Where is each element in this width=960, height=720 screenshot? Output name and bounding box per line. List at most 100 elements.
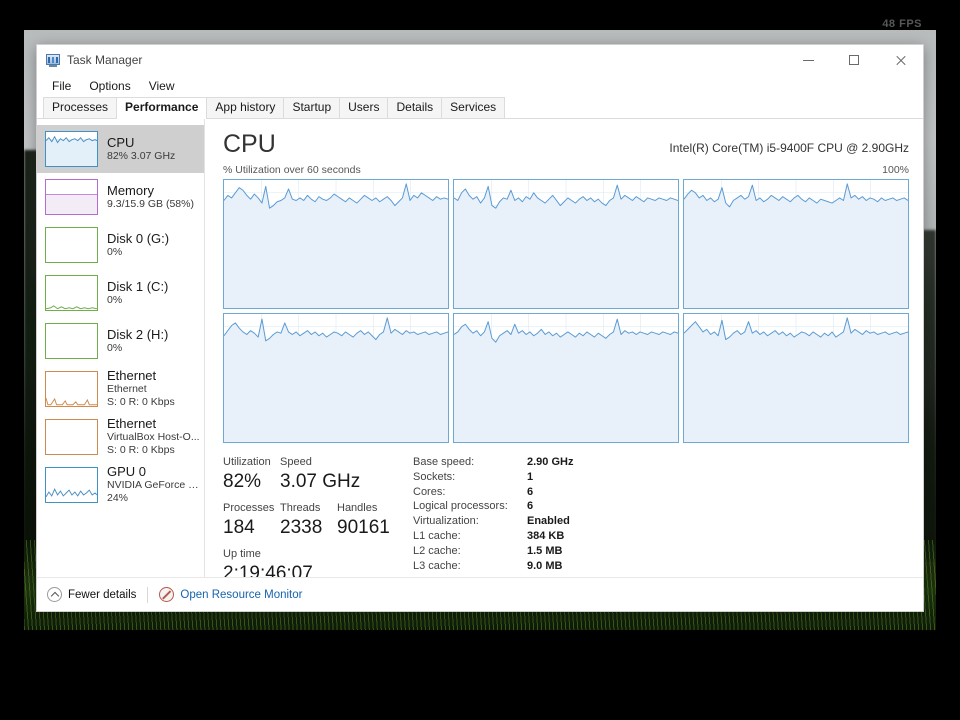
stat-value: 184 (223, 517, 255, 538)
sidebar-item-label: GPU 0 (107, 464, 147, 479)
stat-label: Processes (223, 502, 275, 514)
disk2-thumbnail-graph (45, 323, 98, 359)
stat-value: 3.07 GHz (280, 471, 361, 492)
menu-item-options[interactable]: Options (80, 77, 139, 95)
window-footer: Fewer details Open Resource Monitor (37, 577, 923, 611)
sidebar-item-label: Disk 0 (G:) (107, 230, 170, 246)
stat-processes: Processes 184 (223, 501, 280, 541)
spec-row: Virtualization: Enabled (413, 514, 573, 529)
maximize-button[interactable] (831, 46, 877, 75)
spec-value: 384 KB (527, 529, 565, 542)
stat-label: Speed (280, 456, 312, 468)
spec-value: 1.5 MB (527, 544, 563, 557)
menu-bar: File Options View (37, 75, 923, 97)
menu-item-file[interactable]: File (43, 77, 80, 95)
spec-row: L1 cache: 384 KB (413, 529, 573, 544)
spec-row: Logical processors: 6 (413, 499, 573, 514)
spec-value: 1 (527, 470, 534, 483)
sidebar-item-sub: Ethernet (107, 383, 147, 395)
stat-label: Threads (280, 502, 321, 514)
gpu-thumbnail-graph (45, 467, 98, 503)
window-titlebar: Task Manager (37, 45, 923, 75)
spec-row: L3 cache: 9.0 MB (413, 559, 573, 574)
stat-utilization: Utilization 82% (223, 455, 280, 495)
ethernet-vbox-thumbnail-graph (45, 419, 98, 455)
cpu-model-label: Intel(R) Core(TM) i5-9400F CPU @ 2.90GHz (669, 141, 909, 155)
graph-label-right: 100% (882, 164, 909, 176)
sidebar-item-disk-1[interactable]: Disk 1 (C:) 0% (37, 269, 204, 317)
cpu-core-graph-0[interactable] (223, 179, 449, 309)
sidebar-item-ethernet[interactable]: Ethernet Ethernet S: 0 R: 0 Kbps (37, 365, 204, 413)
cpu-core-graph-3[interactable] (223, 313, 449, 443)
stat-speed: Speed 3.07 GHz (280, 455, 395, 495)
spec-key: Sockets: (413, 470, 456, 483)
stats-left-column: Utilization 82% Speed 3.07 GHz Processes… (223, 455, 395, 587)
resource-monitor-icon (159, 587, 175, 602)
cpu-thumbnail-graph (45, 131, 98, 167)
graph-label-left: % Utilization over 60 seconds (223, 164, 361, 176)
tab-performance[interactable]: Performance (116, 97, 208, 119)
sidebar-item-sub: VirtualBox Host-O... (107, 431, 200, 443)
chevron-up-icon (47, 587, 62, 602)
stat-label: Up time (223, 548, 261, 560)
sidebar-item-gpu-0[interactable]: GPU 0 NVIDIA GeForce R... 24% (37, 461, 204, 509)
graph-axis-labels: % Utilization over 60 seconds 100% (223, 164, 909, 176)
stat-label: Utilization (223, 456, 271, 468)
ethernet-thumbnail-graph (45, 371, 98, 407)
spec-row: Cores: 6 (413, 485, 573, 500)
sidebar-item-sub: 9.3/15.9 GB (58%) (107, 197, 194, 210)
spec-key: Logical processors: (413, 500, 508, 513)
sidebar-item-sub2: 24% (107, 492, 129, 504)
memory-thumbnail-graph (45, 179, 98, 215)
minimize-button[interactable] (785, 46, 831, 75)
content-header: CPU Intel(R) Core(TM) i5-9400F CPU @ 2.9… (223, 129, 909, 159)
stats-area: Utilization 82% Speed 3.07 GHz Processes… (223, 455, 909, 587)
spec-value: 6 (527, 500, 534, 513)
stat-value: 90161 (337, 517, 390, 538)
tab-startup[interactable]: Startup (283, 97, 341, 118)
sidebar-item-sub: 0% (107, 341, 123, 354)
stat-label: Handles (337, 502, 378, 514)
cpu-specs-list: Base speed: 2.90 GHz Sockets: 1 Cores: 6… (413, 455, 573, 587)
window-body: CPU 82% 3.07 GHz Memory 9.3/15.9 GB (58%… (37, 119, 923, 584)
cpu-graph-grid[interactable] (223, 179, 909, 443)
spec-value: 9.0 MB (527, 559, 563, 572)
spec-key: L1 cache: (413, 529, 461, 542)
sidebar-item-label: CPU (107, 134, 135, 150)
sidebar-item-cpu[interactable]: CPU 82% 3.07 GHz (37, 125, 204, 173)
cpu-core-graph-2[interactable] (683, 179, 909, 309)
tab-services[interactable]: Services (441, 97, 506, 118)
sidebar-item-disk-0[interactable]: Disk 0 (G:) 0% (37, 221, 204, 269)
spec-key: Cores: (413, 485, 446, 498)
task-manager-window: Task Manager File Options View Processes… (36, 44, 924, 612)
tab-users[interactable]: Users (339, 97, 389, 118)
sidebar-item-label: Disk 1 (C:) (107, 278, 169, 294)
sidebar-item-disk-2[interactable]: Disk 2 (H:) 0% (37, 317, 204, 365)
stats-row-2: Processes 184 Threads 2338 Handles 90161 (223, 501, 395, 541)
tab-details[interactable]: Details (387, 97, 443, 118)
spec-key: L2 cache: (413, 544, 461, 557)
open-resource-monitor-link[interactable]: Open Resource Monitor (159, 587, 302, 602)
fps-counter: 48 FPS (882, 18, 922, 30)
spec-value: 6 (527, 485, 534, 498)
sidebar-item-label: Memory (107, 182, 154, 198)
tab-processes[interactable]: Processes (43, 97, 118, 118)
close-icon (895, 55, 906, 66)
close-button[interactable] (877, 46, 923, 75)
minimize-icon (802, 59, 814, 61)
sidebar-item-ethernet-virtualbox[interactable]: Ethernet VirtualBox Host-O... S: 0 R: 0 … (37, 413, 204, 461)
sidebar-item-label: Disk 2 (H:) (107, 326, 169, 342)
sidebar-item-sub: 82% 3.07 GHz (107, 149, 176, 162)
cpu-core-graph-4[interactable] (453, 313, 679, 443)
stat-threads: Threads 2338 (280, 501, 337, 541)
tab-app-history[interactable]: App history (206, 97, 285, 118)
stat-handles: Handles 90161 (337, 501, 394, 541)
cpu-core-graph-5[interactable] (683, 313, 909, 443)
menu-item-view[interactable]: View (140, 77, 184, 95)
sidebar-item-sub: NVIDIA GeForce R... (107, 479, 203, 491)
cpu-core-graph-1[interactable] (453, 179, 679, 309)
task-manager-icon (45, 52, 61, 68)
spec-value: 2.90 GHz (527, 456, 574, 468)
fewer-details-button[interactable]: Fewer details (47, 587, 136, 602)
sidebar-item-memory[interactable]: Memory 9.3/15.9 GB (58%) (37, 173, 204, 221)
